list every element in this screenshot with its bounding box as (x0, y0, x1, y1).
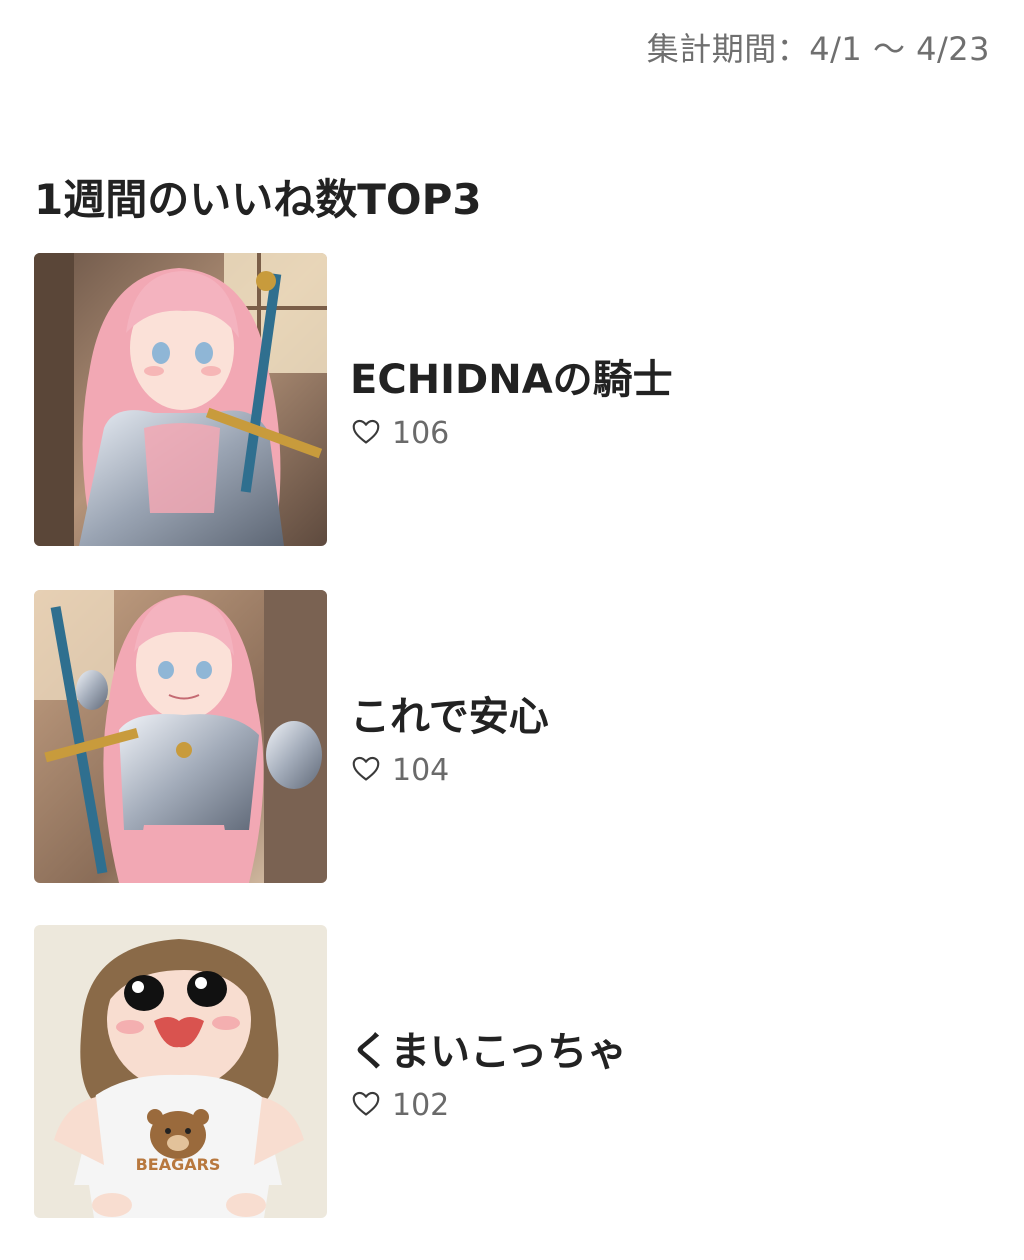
item-title[interactable]: これで安心 (350, 684, 549, 742)
like-count: 102 (392, 1087, 450, 1123)
knight-girl-illustration-icon (34, 590, 327, 883)
item-title[interactable]: くまいこっちゃ (350, 1019, 627, 1077)
ranking-item-2[interactable]: これで安心 104 (34, 590, 994, 884)
heart-icon[interactable] (352, 756, 380, 784)
thumbnail-image[interactable] (34, 590, 327, 883)
section-title: 1週間のいいね数TOP3 (34, 175, 482, 224)
ranking-item-1[interactable]: ECHIDNAの騎士 106 (34, 253, 994, 547)
like-count: 106 (392, 415, 450, 451)
thumbnail-image[interactable]: BEAGARS (34, 925, 327, 1218)
ranking-item-3[interactable]: BEAGARS くまいこっちゃ 102 (34, 925, 994, 1219)
period-label: 集計期間：4/1 〜 4/23 (646, 30, 990, 68)
bear-shirt-girl-illustration-icon: BEAGARS (34, 925, 327, 1218)
heart-icon[interactable] (352, 419, 380, 447)
knight-girl-illustration-icon (34, 253, 327, 546)
like-count-group[interactable]: 106 (352, 415, 449, 451)
heart-icon[interactable] (352, 1091, 380, 1119)
item-title[interactable]: ECHIDNAの騎士 (350, 347, 673, 405)
thumbnail-image[interactable] (34, 253, 327, 546)
like-count: 104 (392, 752, 450, 788)
like-count-group[interactable]: 104 (352, 752, 449, 788)
like-count-group[interactable]: 102 (352, 1087, 449, 1123)
svg-text:BEAGARS: BEAGARS (136, 1155, 221, 1174)
